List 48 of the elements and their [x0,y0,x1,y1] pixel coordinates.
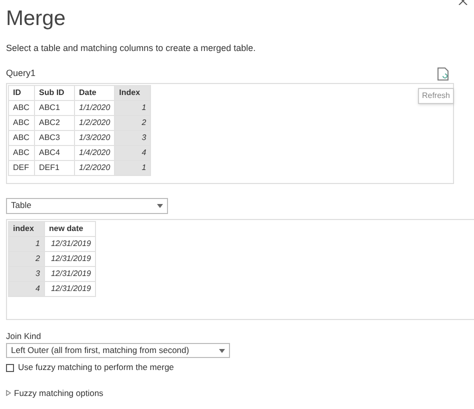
table-cell: DEF [8,160,34,175]
refresh-icon[interactable] [437,66,449,80]
table-cell: 2 [8,251,44,266]
table-cell: 1/2/2020 [74,115,115,130]
table-cell: 4 [8,281,44,296]
table-cell: 1/1/2020 [74,100,115,115]
fuzzy-options-toggle[interactable]: Fuzzy matching options [14,387,104,400]
column-header[interactable]: Index [114,85,151,100]
table-cell: 1/2/2020 [74,160,115,175]
caret-icon [219,348,225,353]
table-cell: ABC2 [34,115,74,130]
expand-triangle-icon[interactable] [6,390,11,396]
table-cell: ABC4 [34,145,74,160]
checkbox-label: Use fuzzy matching to perform the merge [18,361,174,374]
table-cell: 1/3/2020 [74,130,115,145]
table-cell: 1/4/2020 [74,145,115,160]
column-header[interactable]: Date [74,85,115,100]
column-header[interactable]: index [8,221,44,236]
refresh-tooltip: Refresh [418,88,454,104]
table-cell: 3 [114,130,151,145]
table-cell: 12/31/2019 [44,236,96,251]
join-kind-dropdown[interactable]: Left Outer (all from first, matching from second) [6,343,230,358]
table-cell: ABC [8,115,34,130]
column-header[interactable]: ID [8,85,34,100]
table-cell: ABC3 [34,130,74,145]
table-cell: ABC [8,100,34,115]
table-name: Query1 [6,67,36,80]
column-header[interactable]: new date [44,221,96,236]
table-cell: DEF1 [34,160,74,175]
table-cell: 2 [114,115,151,130]
table-cell: 12/31/2019 [44,251,96,266]
fuzzy-checkbox[interactable] [6,364,14,372]
join-kind-label: Join Kind [6,330,42,342]
table-cell: 3 [8,266,44,281]
table-cell: 1 [114,160,151,175]
table-cell: 12/31/2019 [44,266,96,281]
table-cell: 12/31/2019 [44,281,96,296]
caret-icon [157,204,163,208]
table-cell: 1 [114,100,151,115]
table-dropdown[interactable]: Table [6,198,168,214]
table-cell: 4 [114,145,151,160]
column-header[interactable]: Sub ID [34,85,74,100]
table-cell: 1 [8,236,44,251]
table-cell: ABC1 [34,100,74,115]
description: Select a table and matching columns to create a merged table. [6,42,257,55]
table-cell: ABC [8,130,34,145]
dialog-title: Merge [6,6,67,32]
table-cell: ABC [8,145,34,160]
